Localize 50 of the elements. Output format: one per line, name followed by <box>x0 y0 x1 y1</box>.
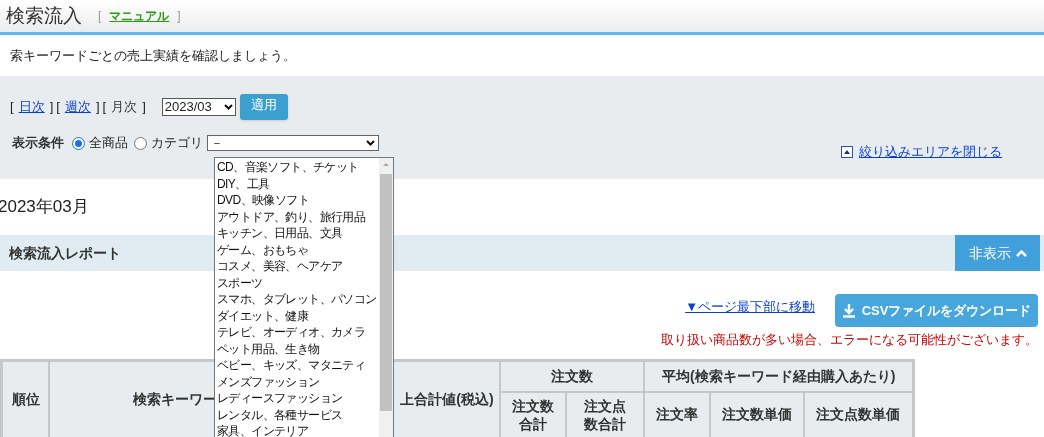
dropdown-option[interactable]: テレビ、オーディオ、カメラ <box>217 324 379 341</box>
bracket: [ <box>56 98 60 117</box>
dropdown-option[interactable]: DVD、映像ソフト <box>217 192 379 209</box>
dropdown-option[interactable]: アウトドア、釣り、旅行用品 <box>217 208 379 225</box>
dropdown-option[interactable]: ゲーム、おもちゃ <box>217 241 379 258</box>
bracket: [ <box>102 98 107 117</box>
condition-label: 表示条件 <box>12 134 64 153</box>
period-option: 月次 <box>111 97 138 117</box>
radio-button[interactable] <box>72 136 85 150</box>
bracket: ] <box>49 98 54 117</box>
dropdown-option[interactable]: スマホ、タブレット、パソコン <box>217 291 379 308</box>
bracket: [ <box>10 98 14 117</box>
bracket-right: ] <box>177 8 181 25</box>
rank-header: 順位 <box>1 360 50 437</box>
download-icon <box>841 303 856 318</box>
close-filter-link[interactable]: 絞り込みエリアを閉じる <box>859 142 1002 162</box>
period-link[interactable]: 週次 <box>64 97 91 117</box>
dropdown-option[interactable]: CD、音楽ソフト、チケット <box>217 159 379 176</box>
collapse-icon[interactable] <box>841 146 853 158</box>
dropdown-option[interactable]: ペット用品、生き物 <box>217 340 379 357</box>
month-select[interactable]: 2023/03 <box>161 98 236 116</box>
dropdown-option[interactable]: DIY、工具 <box>217 175 379 192</box>
page-title: 検索流入 <box>6 3 82 28</box>
dropdown-option[interactable]: キッチン、日用品、文具 <box>217 225 379 242</box>
orders-column-header: 注文数合計 <box>499 391 566 437</box>
chevron-down-icon <box>366 140 375 146</box>
bracket: ] <box>95 98 100 117</box>
dropdown-option[interactable]: スポーツ <box>217 274 379 291</box>
average-group-header: 平均(検索キーワード経由購入あたり) <box>644 360 914 392</box>
chevron-up-icon <box>1015 249 1027 257</box>
average-column-header: 注文数単価 <box>710 391 804 437</box>
average-column-header: 注文率 <box>644 391 711 437</box>
warning-text: 取り扱い商品数が多い場合、エラーになる可能性がございます。 <box>661 331 1038 349</box>
description-text: 索キーワードごとの売上実績を確認しましょう。 <box>10 46 296 65</box>
category-select[interactable]: － <box>207 135 379 151</box>
bracket-left: [ <box>98 8 102 25</box>
radio-button[interactable] <box>134 136 147 150</box>
dropdown-option[interactable]: ダイエット、健康 <box>217 307 379 324</box>
radio-label: 全商品 <box>89 134 128 153</box>
dropdown-option[interactable]: コスメ、美容、ヘアケア <box>217 258 379 275</box>
orders-column-header: 注文点数合計 <box>565 391 645 437</box>
radio-label: カテゴリ <box>151 134 203 153</box>
jump-to-bottom-link[interactable]: ▼ページ最下部に移動 <box>685 296 815 317</box>
orders-group-header: 注文数 <box>499 360 645 392</box>
scrollbar[interactable] <box>379 158 393 437</box>
period-link[interactable]: 日次 <box>18 97 45 117</box>
report-title: 検索流入レポート <box>9 243 121 263</box>
average-column-header: 注文点数単価 <box>803 391 914 437</box>
chevron-down-icon <box>223 104 233 110</box>
bracket: ] <box>142 98 146 117</box>
